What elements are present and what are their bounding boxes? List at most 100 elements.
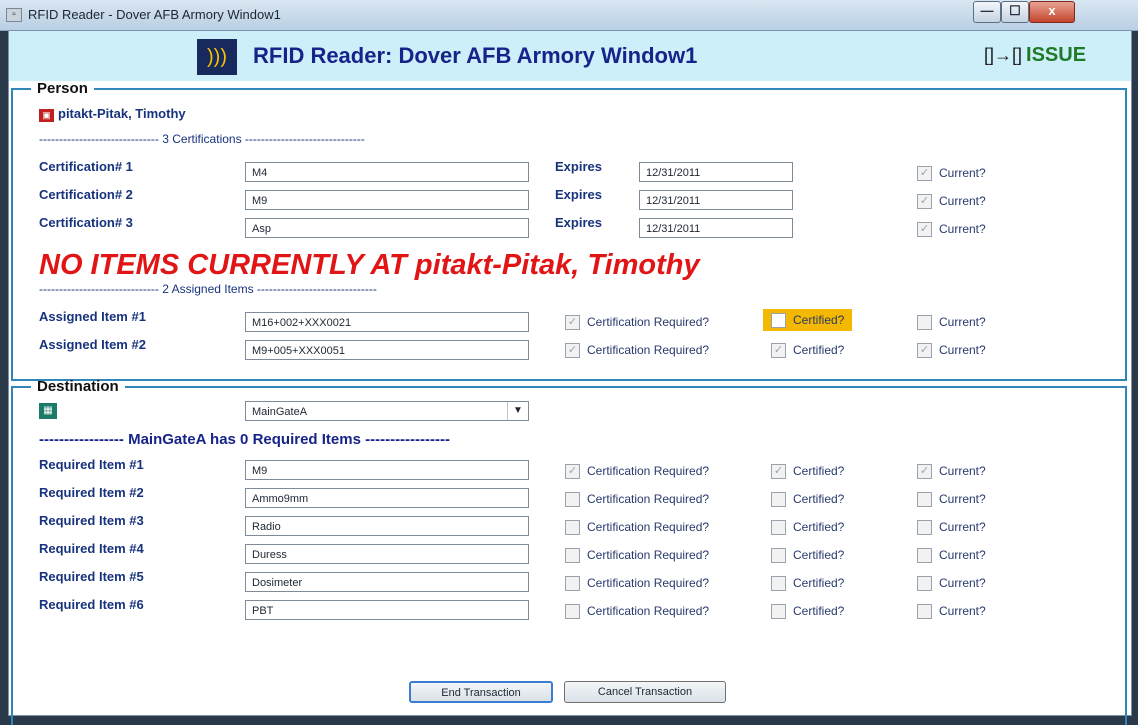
certification-required-checkbox-box[interactable] [565,576,580,592]
required-item-field[interactable]: Radio [245,516,529,536]
certified-checkbox-box[interactable] [771,548,786,564]
expires-date-field[interactable]: 12/31/2011 [639,162,793,182]
maximize-button[interactable]: ☐ [1001,1,1029,23]
current-checkbox-box[interactable]: ✓ [917,464,932,480]
current-checkbox[interactable]: ✓ Current? [917,192,986,210]
certified-checkbox-box[interactable]: ✓ [771,343,786,359]
current-checkbox-box[interactable]: ✓ [917,194,932,210]
page-title: RFID Reader: Dover AFB Armory Window1 [253,43,698,68]
current-checkbox-box[interactable] [917,520,932,536]
assigned-item-field[interactable]: M9+005+XXX0051 [245,340,529,360]
current-checkbox[interactable]: Current? [917,313,986,331]
certification-label: Certification# 1 [39,159,133,174]
required-item-field[interactable]: PBT [245,600,529,620]
certification-label: Certification# 3 [39,215,133,230]
certified-checkbox-box[interactable]: ✓ [771,464,786,480]
current-checkbox-box[interactable]: ✓ [917,166,932,182]
no-items-warning: NO ITEMS CURRENTLY AT pitakt-Pitak, Timo… [39,249,700,281]
certified-checkbox[interactable]: ✓ Certified? [771,341,844,359]
window-title: RFID Reader - Dover AFB Armory Window1 [28,7,281,22]
rfid-signal-icon: ))) [197,39,237,75]
current-checkbox[interactable]: ✓ Current? [917,341,986,359]
certified-checkbox[interactable]: Certified? [771,574,844,592]
current-checkbox-box[interactable] [917,604,932,620]
client-area: ))) RFID Reader: Dover AFB Armory Window… [8,30,1132,725]
minimize-button[interactable]: — [973,1,1001,23]
destination-select[interactable]: MainGateA ▼ [245,401,529,421]
certification-field[interactable]: M9 [245,190,529,210]
current-checkbox[interactable]: Current? [917,602,986,620]
certifications-header: ------------------------------ 3 Certifi… [39,132,365,146]
current-checkbox[interactable]: Current? [917,574,986,592]
certification-required-checkbox[interactable]: ✓ Certification Required? [565,462,709,480]
current-checkbox[interactable]: ✓ Current? [917,462,986,480]
required-item-field[interactable]: Dosimeter [245,572,529,592]
certification-required-checkbox-label: Certification Required? [587,548,710,562]
certification-required-checkbox[interactable]: Certification Required? [565,490,709,508]
required-item-label: Required Item #2 [39,485,144,500]
certified-checkbox[interactable]: Certified? [771,546,844,564]
required-item-field[interactable]: M9 [245,460,529,480]
current-checkbox-label: Current? [939,492,986,506]
certification-required-checkbox-label: Certification Required? [587,464,710,478]
certified-checkbox[interactable]: Certified? [771,518,844,536]
certification-required-checkbox-box[interactable] [565,492,580,508]
certification-required-checkbox-box[interactable] [565,520,580,536]
certification-required-checkbox[interactable]: Certification Required? [565,574,709,592]
certification-required-checkbox[interactable]: ✓ Certification Required? [565,313,709,331]
current-checkbox-box[interactable]: ✓ [917,343,932,359]
end-transaction-button[interactable]: End Transaction [409,681,553,703]
certified-checkbox-box[interactable] [771,604,786,620]
required-item-label: Required Item #3 [39,513,144,528]
certification-required-checkbox-box[interactable]: ✓ [565,343,580,359]
certification-required-checkbox-label: Certification Required? [587,315,710,329]
current-checkbox[interactable]: ✓ Current? [917,164,986,182]
current-checkbox-label: Current? [939,194,986,208]
certified-checkbox-box[interactable] [771,576,786,592]
required-item-field[interactable]: Duress [245,544,529,564]
required-items-header: ----------------- MainGateA has 0 Requir… [39,431,451,448]
certified-checkbox-box[interactable] [771,520,786,536]
current-checkbox[interactable]: Current? [917,518,986,536]
certification-required-checkbox[interactable]: Certification Required? [565,546,709,564]
certification-required-checkbox[interactable]: Certification Required? [565,518,709,536]
issue-icon: []→[] [984,45,1023,65]
certified-checkbox-box[interactable] [771,492,786,508]
certified-checkbox[interactable]: Certified? [771,602,844,620]
app-icon: ≈ [6,8,22,22]
certified-checkbox[interactable]: Certified? [771,490,844,508]
current-checkbox-box[interactable] [917,576,932,592]
certified-checkbox-label: Certified? [793,576,845,590]
current-checkbox-box[interactable] [917,315,932,331]
expires-date-field[interactable]: 12/31/2011 [639,190,793,210]
current-checkbox-box[interactable] [917,492,932,508]
current-checkbox[interactable]: ✓ Current? [917,220,986,238]
destination-selected: MainGateA [252,406,308,418]
current-checkbox[interactable]: Current? [917,490,986,508]
certification-required-checkbox[interactable]: Certification Required? [565,602,709,620]
certification-required-checkbox[interactable]: ✓ Certification Required? [565,341,709,359]
chevron-down-icon[interactable]: ▼ [507,402,528,420]
certification-required-checkbox-box[interactable]: ✓ [565,464,580,480]
current-checkbox[interactable]: Current? [917,546,986,564]
expires-label: Expires [555,215,602,230]
certification-field[interactable]: Asp [245,218,529,238]
certified-checkbox-box[interactable] [771,313,786,329]
expires-date-field[interactable]: 12/31/2011 [639,218,793,238]
assigned-item-field[interactable]: M16+002+XXX0021 [245,312,529,332]
current-checkbox-box[interactable]: ✓ [917,222,932,238]
current-checkbox-box[interactable] [917,548,932,564]
required-item-field[interactable]: Ammo9mm [245,488,529,508]
certification-required-checkbox-box[interactable] [565,604,580,620]
certified-checkbox[interactable]: Certified? [763,309,853,331]
certification-required-checkbox-box[interactable] [565,548,580,564]
close-button[interactable]: x [1029,1,1075,23]
certified-checkbox[interactable]: ✓ Certified? [771,462,844,480]
current-checkbox-label: Current? [939,166,986,180]
cancel-transaction-button[interactable]: Cancel Transaction [564,681,726,703]
expires-label: Expires [555,159,602,174]
certification-field[interactable]: M4 [245,162,529,182]
certified-checkbox-label: Certified? [793,548,845,562]
required-item-label: Required Item #1 [39,457,144,472]
certification-required-checkbox-box[interactable]: ✓ [565,315,580,331]
